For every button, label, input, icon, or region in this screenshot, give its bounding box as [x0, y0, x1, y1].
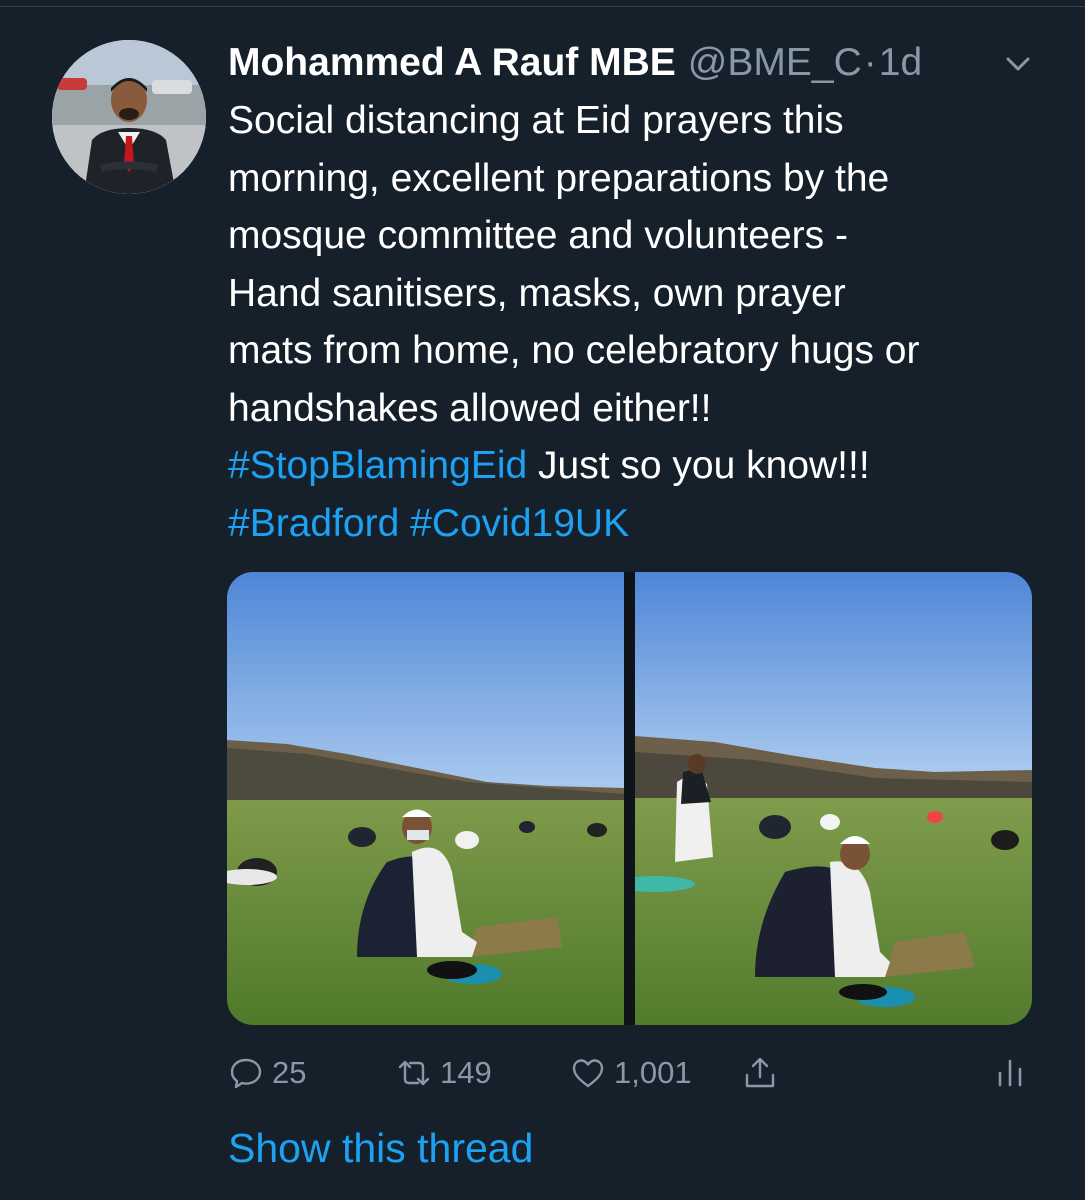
author-display-name[interactable]: Mohammed A Rauf MBE	[228, 38, 676, 88]
hashtag-link[interactable]: #StopBlamingEid	[228, 444, 527, 487]
tweet-text-line: mosque committee and volunteers -	[228, 214, 848, 257]
tweet-text-line: handshakes allowed either!!	[228, 386, 712, 430]
tweet-text-line: Social distancing at Eid prayers this	[228, 99, 844, 142]
tweet-media-grid	[227, 572, 1032, 1025]
retweet-count: 149	[440, 1055, 492, 1090]
tweet-text-line: morning, excellent preparations by the	[228, 156, 890, 200]
reply-action[interactable]: 25	[228, 1048, 306, 1098]
meta-separator: ·	[863, 41, 877, 84]
heart-icon	[572, 1059, 604, 1088]
reply-icon	[230, 1058, 262, 1089]
hashtag-link[interactable]: #Covid19UK	[410, 502, 629, 545]
tweet-text-segment: Just so you know!!!	[527, 444, 870, 487]
share-icon	[745, 1057, 775, 1088]
retweet-icon	[398, 1060, 430, 1086]
analytics-icon	[998, 1059, 1022, 1087]
media-photo-2[interactable]	[635, 572, 1032, 1025]
analytics-action[interactable]	[992, 1048, 1036, 1098]
tweet-text-line: mats from home, no celebratory hugs or	[228, 329, 920, 372]
top-divider	[0, 6, 1085, 7]
tweet-text-line: Hand sanitisers, masks, own prayer	[228, 271, 846, 315]
tweet-text-line: #Bradford #Covid19UK	[228, 495, 1058, 553]
show-thread-link[interactable]: Show this thread	[228, 1120, 533, 1176]
photo-eid-prayers-field-1-icon	[227, 572, 624, 1025]
tweet-timestamp[interactable]: 1d	[879, 38, 922, 88]
share-action[interactable]	[742, 1048, 786, 1098]
like-action[interactable]: 1,001	[570, 1048, 692, 1098]
profile-photo-icon	[52, 40, 206, 194]
chevron-down-icon[interactable]	[1000, 46, 1036, 82]
media-photo-1[interactable]	[227, 572, 624, 1025]
tweet-actions: 25 149 1,001	[228, 1048, 1028, 1098]
photo-eid-prayers-field-2-icon	[635, 572, 1032, 1025]
reply-count: 25	[272, 1055, 307, 1090]
retweet-action[interactable]: 149	[396, 1048, 492, 1098]
tweet-text-line: #StopBlamingEid Just so you know!!!	[228, 437, 1058, 495]
tweet-text: Social distancing at Eid prayers this mo…	[228, 92, 1058, 552]
author-avatar[interactable]	[52, 40, 206, 194]
tweet-header: Mohammed A Rauf MBE @BME_C · 1d	[228, 38, 1048, 88]
like-count: 1,001	[614, 1055, 692, 1090]
author-handle[interactable]: @BME_C	[688, 38, 862, 88]
hashtag-link[interactable]: #Bradford	[228, 502, 399, 545]
